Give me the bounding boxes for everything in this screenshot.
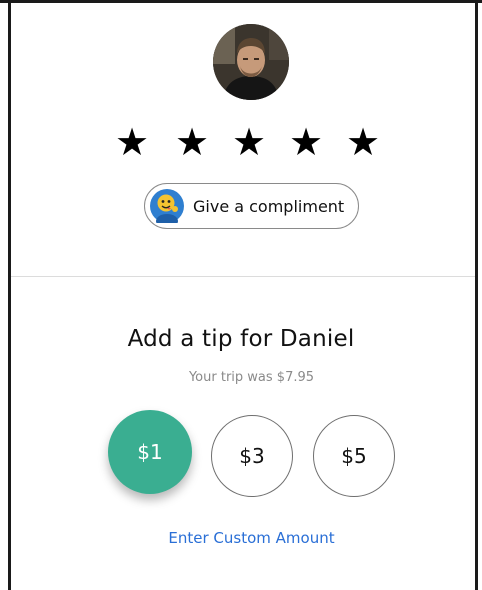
trip-cost-text: Your trip was $7.95 xyxy=(188,370,315,385)
window-frame-left xyxy=(8,0,11,590)
driver-avatar xyxy=(213,24,289,100)
window-frame-right xyxy=(475,0,478,590)
give-compliment-label: Give a compliment xyxy=(193,196,345,216)
enter-custom-amount-link[interactable]: Enter Custom Amount xyxy=(0,529,482,547)
star-rating: ★ ★ ★ ★ ★ xyxy=(110,122,400,162)
tip-option-3[interactable]: $3 xyxy=(211,415,293,497)
star-2[interactable]: ★ xyxy=(170,122,214,162)
tip-option-1[interactable]: $1 xyxy=(108,410,192,494)
give-compliment-button[interactable]: Give a compliment xyxy=(144,183,359,229)
window-frame-top xyxy=(0,0,482,3)
tip-title: Add a tip for Daniel xyxy=(127,326,355,352)
star-4[interactable]: ★ xyxy=(284,122,328,162)
star-1[interactable]: ★ xyxy=(110,122,154,162)
driver-photo-icon xyxy=(213,24,289,100)
section-divider xyxy=(11,276,475,277)
star-3[interactable]: ★ xyxy=(227,122,271,162)
tip-option-5[interactable]: $5 xyxy=(313,415,395,497)
emoji-compliment-icon xyxy=(150,189,184,223)
star-5[interactable]: ★ xyxy=(341,122,385,162)
